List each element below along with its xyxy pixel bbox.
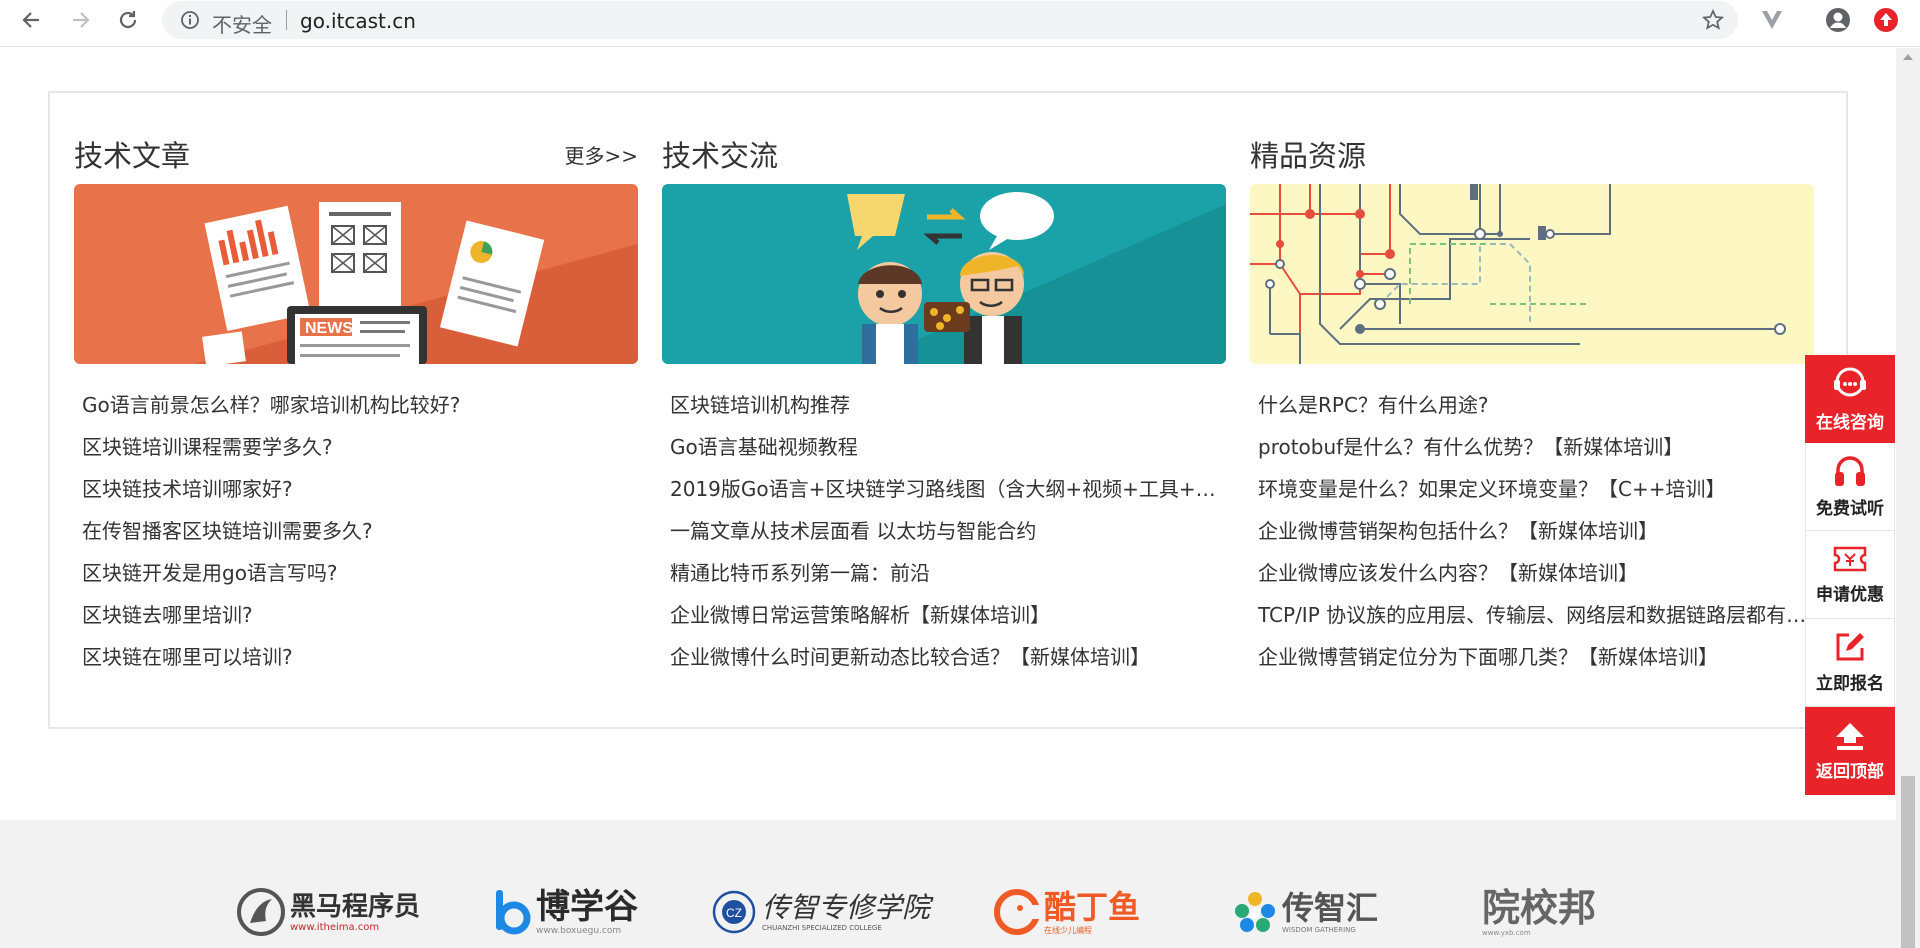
articles-panel: 技术文章 更多>> NEWS Go语言前景怎么样？哪家培训机构比较好? 区块链培…: [48, 91, 1848, 729]
fish-logo-icon: [994, 889, 1042, 935]
list-item[interactable]: Go语言前景怎么样？哪家培训机构比较好?: [82, 389, 638, 431]
list-item[interactable]: 什么是RPC？有什么用途?: [1258, 389, 1814, 431]
svg-text:CZ: CZ: [726, 906, 742, 920]
logo-name: 传智汇: [1282, 889, 1379, 927]
forward-icon[interactable]: [68, 7, 94, 33]
free-trial-button[interactable]: 免费试听: [1805, 443, 1895, 531]
partner-footer: 黑马程序员 www.itheima.com 博学谷 www.boxuegu.co…: [0, 820, 1896, 948]
insecure-label: 不安全: [212, 13, 272, 37]
update-arrow-icon[interactable]: [1872, 6, 1900, 34]
logo-boxuegu[interactable]: 博学谷 www.boxuegu.com: [492, 884, 638, 940]
logo-kudingyu[interactable]: 酷丁鱼 在线少儿编程: [992, 884, 1140, 940]
column-title: 技术交流: [662, 139, 779, 173]
banner-exchange[interactable]: [662, 184, 1226, 364]
logo-name: 传智专修学院: [762, 891, 931, 924]
edit-icon: [1836, 633, 1864, 661]
list-item[interactable]: 企业微博营销定位分为下面哪几类？【新媒体培训】: [1258, 641, 1814, 683]
banner-resources[interactable]: [1250, 184, 1814, 364]
reload-icon[interactable]: [115, 7, 141, 33]
apply-discount-button[interactable]: 申请优惠: [1805, 531, 1895, 619]
headphones-icon: [1835, 456, 1865, 486]
flower-logo-icon: [1235, 892, 1275, 932]
article-list: 区块链培训机构推荐 Go语言基础视频教程 2019版Go语言+区块链学习路线图（…: [670, 389, 1226, 683]
address-separator: [286, 10, 287, 30]
list-item[interactable]: 区块链在哪里可以培训?: [82, 641, 638, 683]
list-item[interactable]: 区块链培训机构推荐: [670, 389, 1226, 431]
list-item[interactable]: 区块链去哪里培训?: [82, 599, 638, 641]
browser-toolbar: 不安全 go.itcast.cn: [0, 0, 1920, 47]
logo-name: 博学谷: [536, 887, 638, 927]
more-link[interactable]: 更多>>: [564, 140, 638, 169]
article-list: Go语言前景怎么样？哪家培训机构比较好? 区块链培训课程需要学多久? 区块链技术…: [82, 389, 638, 683]
extension-v-icon[interactable]: [1758, 6, 1786, 34]
sidebar-label: 返回顶部: [1816, 761, 1884, 782]
page-scrollbar[interactable]: [1896, 48, 1920, 948]
sidebar-label: 免费试听: [1816, 499, 1884, 519]
logo-yuanxiaobang[interactable]: 院校邦 www.yxb.com: [1482, 884, 1596, 940]
floating-sidebar: 在线咨询 免费试听 申请优惠 立即报名 返回顶部: [1805, 355, 1895, 795]
list-item[interactable]: TCP/IP 协议族的应用层、传输层、网络层和数据链路层都有哪些协议？: [1258, 599, 1814, 641]
scroll-up-arrow-icon[interactable]: [1903, 54, 1913, 60]
column-title: 精品资源: [1250, 139, 1367, 173]
list-item[interactable]: 在传智播客区块链培训需要多久?: [82, 515, 638, 557]
b-logo-icon: [496, 890, 531, 935]
sidebar-label: 立即报名: [1816, 674, 1884, 694]
arrow-up-icon: [1836, 722, 1864, 750]
enroll-now-button[interactable]: 立即报名: [1805, 619, 1895, 707]
logo-name: 院校邦: [1482, 885, 1597, 930]
list-item[interactable]: 精通比特币系列第一篇：前沿: [670, 557, 1226, 599]
logo-sub: www.itheima.com: [290, 921, 380, 933]
column-title: 技术文章: [74, 139, 191, 173]
logo-sub: CHUANZHI SPECIALIZED COLLEGE: [762, 924, 882, 932]
page-content: 技术文章 更多>> NEWS Go语言前景怎么样？哪家培训机构比较好? 区块链培…: [0, 48, 1896, 948]
article-list: 什么是RPC？有什么用途? protobuf是什么？有什么优势？【新媒体培训】 …: [1258, 389, 1814, 683]
sidebar-label: 在线咨询: [1816, 413, 1884, 433]
headset-chat-icon: [1834, 367, 1866, 397]
logo-sub: WISDOM GATHERING: [1282, 926, 1356, 934]
logo-sub: www.yxb.com: [1482, 929, 1531, 937]
logo-sub: www.boxuegu.com: [536, 926, 622, 936]
list-item[interactable]: 环境变量是什么？如果定义环境变量？【C++培训】: [1258, 473, 1814, 515]
list-item[interactable]: 区块链培训课程需要学多久?: [82, 431, 638, 473]
info-icon[interactable]: [180, 10, 200, 34]
scroll-thumb[interactable]: [1901, 776, 1915, 948]
list-item[interactable]: 一篇文章从技术层面看 以太坊与智能合约: [670, 515, 1226, 557]
online-consult-button[interactable]: 在线咨询: [1805, 355, 1895, 443]
bookmark-star-icon[interactable]: [1701, 8, 1725, 35]
list-item[interactable]: 企业微博营销架构包括什么？【新媒体培训】: [1258, 515, 1814, 557]
logo-sub: 在线少儿编程: [1044, 925, 1092, 935]
list-item[interactable]: 企业微博日常运营策略解析【新媒体培训】: [670, 599, 1226, 641]
list-item[interactable]: 2019版Go语言+区块链学习路线图（含大纲+视频+工具+资料）: [670, 473, 1226, 515]
logo-name: 黑马程序员: [290, 891, 421, 922]
back-to-top-button[interactable]: 返回顶部: [1805, 707, 1895, 795]
logo-chuanzhihui[interactable]: 传智汇 WISDOM GATHERING: [1232, 884, 1378, 940]
back-icon[interactable]: [18, 7, 44, 33]
list-item[interactable]: 区块链技术培训哪家好?: [82, 473, 638, 515]
ticket-icon: [1833, 546, 1867, 572]
logo-chuanzhi-college[interactable]: CZ 传智专修学院 CHUANZHI SPECIALIZED COLLEGE: [712, 884, 930, 940]
address-bar[interactable]: 不安全 go.itcast.cn: [162, 1, 1738, 39]
horse-logo-icon: [237, 888, 285, 936]
list-item[interactable]: protobuf是什么？有什么优势？【新媒体培训】: [1258, 431, 1814, 473]
logo-heima[interactable]: 黑马程序员 www.itheima.com: [236, 884, 420, 940]
logo-name: 酷丁鱼: [1044, 887, 1141, 926]
news-banner-text: NEWS: [305, 320, 353, 337]
url-text[interactable]: go.itcast.cn: [300, 9, 416, 33]
profile-avatar-icon[interactable]: [1824, 6, 1852, 34]
college-seal-icon: CZ: [712, 890, 756, 934]
list-item[interactable]: 区块链开发是用go语言写吗?: [82, 557, 638, 599]
list-item[interactable]: 企业微博什么时间更新动态比较合适？【新媒体培训】: [670, 641, 1226, 683]
list-item[interactable]: Go语言基础视频教程: [670, 431, 1226, 473]
sidebar-label: 申请优惠: [1816, 585, 1884, 605]
banner-news[interactable]: NEWS: [74, 184, 638, 364]
list-item[interactable]: 企业微博应该发什么内容？【新媒体培训】: [1258, 557, 1814, 599]
